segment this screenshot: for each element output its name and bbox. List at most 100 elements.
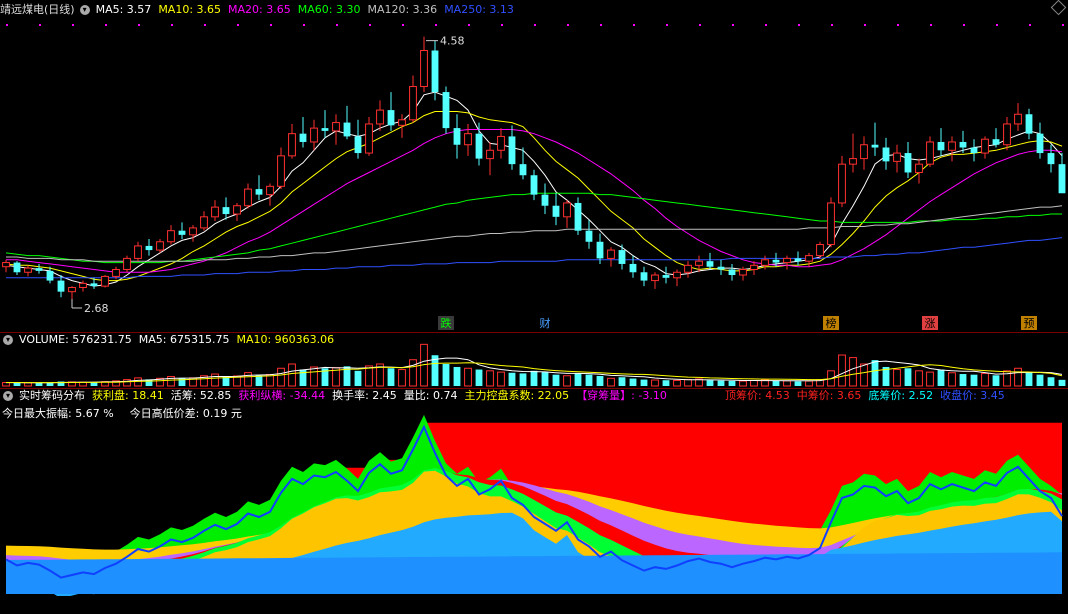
- candle-up: [497, 135, 505, 151]
- indicator-dot: [72, 24, 74, 26]
- volume-bar: [596, 375, 604, 386]
- volume-bar: [277, 367, 285, 387]
- candle-down: [629, 263, 637, 273]
- volume-bar: [706, 380, 714, 386]
- candle-down: [959, 141, 967, 148]
- candle-down: [618, 250, 626, 264]
- candle-up: [112, 268, 120, 277]
- candle-up: [981, 138, 989, 154]
- candle-up: [948, 141, 956, 151]
- candle-down: [354, 136, 362, 154]
- candle-down: [343, 122, 351, 137]
- volume-bar: [552, 374, 560, 386]
- candle-up: [244, 188, 252, 207]
- volume-bar: [35, 382, 43, 386]
- candle-up: [486, 149, 494, 160]
- volume-bar: [1047, 377, 1055, 386]
- volume-bar: [860, 363, 868, 387]
- chip-price-item-3: 收盘价: 3.45: [940, 389, 1005, 402]
- candle-down: [178, 230, 186, 235]
- volume-bar: [1014, 367, 1022, 387]
- volume-bar: [673, 379, 681, 387]
- candle-down: [585, 230, 593, 242]
- candle-up: [156, 241, 164, 251]
- volume-bar: [464, 367, 472, 387]
- candle-up: [761, 259, 769, 266]
- candle-up: [332, 122, 340, 132]
- volume-bar: [772, 380, 780, 386]
- volume-bar: [541, 372, 549, 386]
- candle-down: [662, 275, 670, 278]
- candle-up: [838, 163, 846, 204]
- indicator-dot: [336, 24, 338, 26]
- volume-bar: [915, 370, 923, 387]
- stock-chart-root: { "main_header": { "title": "靖远煤电(日线)", …: [0, 0, 1068, 614]
- chip-legend-item-1: 获利盘: 18.41: [92, 389, 164, 402]
- volume-bar: [519, 373, 527, 386]
- candle-down: [541, 194, 549, 206]
- volume-bar: [629, 378, 637, 386]
- candle-up: [288, 133, 296, 157]
- candle-down: [882, 147, 890, 162]
- indicator-dot: [237, 24, 239, 26]
- volume-bar: [563, 375, 571, 387]
- candle-down: [255, 189, 263, 195]
- candle-down: [321, 128, 329, 131]
- volume-bar: [211, 373, 219, 387]
- candle-up: [805, 255, 813, 262]
- candle-down: [431, 50, 439, 93]
- candle-down: [717, 266, 725, 270]
- volume-bar: [783, 380, 791, 387]
- volume-bar: [497, 371, 505, 387]
- candle-up: [1014, 113, 1022, 125]
- indicator-dot: [963, 24, 965, 26]
- volume-bar: [618, 377, 626, 386]
- chip-legend-item-4: 换手率: 2.45: [332, 389, 397, 402]
- candle-up: [211, 206, 219, 218]
- chip-legend: 实时筹码分布 获利盘: 18.41 活筹: 52.85 获利纵横: -34.44 换手率…: [19, 388, 674, 404]
- volume-bar: [893, 369, 901, 387]
- candle-up: [123, 257, 131, 270]
- volume-bar: [926, 371, 934, 387]
- indicator-dot: [765, 24, 767, 26]
- chevron-down-icon[interactable]: ▾: [3, 391, 13, 401]
- event-marker: 预: [1024, 317, 1035, 330]
- candle-down: [90, 283, 98, 287]
- candle-down: [1047, 153, 1055, 165]
- event-marker: 财: [540, 316, 551, 330]
- candle-up: [398, 119, 406, 126]
- candle-up: [266, 185, 274, 196]
- candle-up: [200, 216, 208, 229]
- candle-down: [145, 245, 153, 251]
- candle-up: [310, 127, 318, 143]
- volume-bar: [937, 369, 945, 386]
- indicator-dot: [699, 24, 701, 26]
- chip-price-item-1: 中筹价: 3.65: [796, 389, 862, 402]
- candle-up: [827, 202, 835, 246]
- candle-down: [871, 144, 879, 148]
- chip-legend-item-0: 实时筹码分布: [19, 389, 85, 402]
- indicator-dot: [666, 24, 668, 26]
- indicator-dot: [600, 24, 602, 26]
- candle-down: [574, 202, 582, 231]
- candle-down: [222, 207, 230, 215]
- chip-legend-item-6: 主力控盘系数: 22.05: [464, 389, 570, 402]
- volume-bar: [750, 379, 758, 387]
- volume-bar: [453, 366, 461, 386]
- volume-bar: [717, 380, 725, 386]
- volume-bar: [574, 373, 582, 386]
- volume-bar: [486, 370, 494, 387]
- ma-line-ma20: [6, 129, 1063, 273]
- volume-bar: [805, 380, 813, 387]
- candle-down: [35, 268, 43, 271]
- volume-bar: [1036, 374, 1044, 386]
- candle-up: [365, 123, 373, 154]
- candle-down: [13, 262, 21, 273]
- candle-down: [387, 110, 395, 126]
- chip-header-right: 顶筹价: 4.53 中筹价: 3.65 底筹价: 2.52 收盘价: 3.45: [725, 388, 1018, 404]
- volume-bar: [255, 375, 263, 386]
- volume-bar: [398, 369, 406, 387]
- event-marker: 榜: [826, 316, 837, 330]
- candle-down: [970, 147, 978, 154]
- volume-bar: [651, 379, 659, 387]
